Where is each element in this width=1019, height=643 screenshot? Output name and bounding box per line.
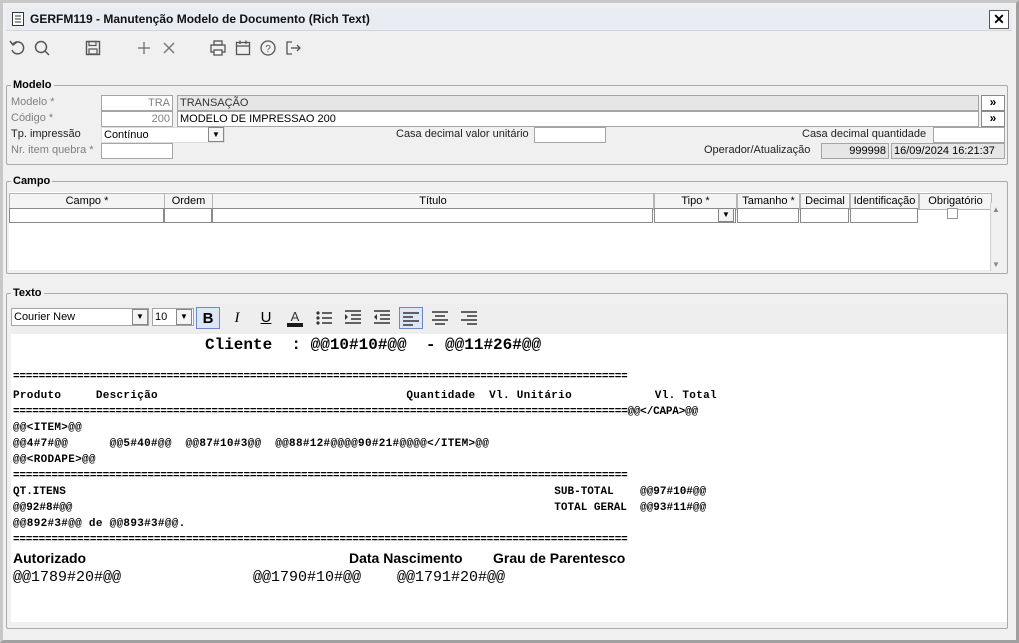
title-bar: GERFM119 - Manutenção Modelo de Document… <box>6 8 1012 31</box>
modelo-legend: Modelo <box>13 79 52 91</box>
casa-decimal-unitario-label: Casa decimal valor unitário <box>396 128 529 140</box>
calendar-icon[interactable] <box>233 38 253 58</box>
align-center-button[interactable] <box>428 307 452 329</box>
scroll-up-icon[interactable]: ▲ <box>992 205 1000 214</box>
casa-decimal-quantidade-label: Casa decimal quantidade <box>802 128 927 140</box>
search-icon[interactable] <box>32 38 52 58</box>
print-icon[interactable] <box>208 38 228 58</box>
grid-cell-identificacao[interactable] <box>850 208 918 223</box>
bullet-list-button[interactable] <box>312 307 336 329</box>
grid-cell-titulo[interactable] <box>212 208 653 223</box>
font-color-button[interactable]: A <box>283 307 307 329</box>
editor-separator-2: ========================================… <box>13 406 698 418</box>
add-icon[interactable] <box>134 38 154 58</box>
undo-icon[interactable] <box>8 38 28 58</box>
modelo-label: Modelo * <box>11 96 55 108</box>
align-right-icon <box>461 311 477 325</box>
svg-text:A: A <box>291 309 300 324</box>
font-color-icon: A <box>287 309 303 327</box>
nr-item-quebra-field[interactable] <box>101 143 173 159</box>
grid-cell-decimal[interactable] <box>800 208 849 223</box>
bold-icon: B <box>202 310 214 327</box>
modelo-description-field: TRANSAÇÃO <box>177 95 979 111</box>
editor-line-totals: @@92#8#@@ TOTAL GERAL @@93#11#@@ <box>13 502 707 514</box>
italic-icon: I <box>234 310 240 326</box>
font-size-dropdown-arrow[interactable]: ▼ <box>176 309 192 325</box>
modelo-lookup-button[interactable]: » <box>981 95 1005 111</box>
bullet-list-icon <box>316 311 332 325</box>
editor-label-autorizado: Autorizado <box>13 550 87 566</box>
svg-text:?: ? <box>265 44 271 55</box>
main-window: GERFM119 - Manutenção Modelo de Document… <box>0 0 1019 643</box>
editor-line-item-open: @@<ITEM>@@ <box>13 422 83 434</box>
save-icon[interactable] <box>83 38 103 58</box>
texto-legend: Texto <box>13 287 42 299</box>
grid-cell-tamanho[interactable] <box>737 208 799 223</box>
editor-separator-3: ========================================… <box>13 470 628 482</box>
toolbar: ? <box>6 35 1012 63</box>
editor-label-data-nascimento: Data Nascimento <box>349 550 463 566</box>
bold-button[interactable]: B <box>196 307 220 329</box>
tp-impressao-dropdown-arrow[interactable]: ▼ <box>208 127 224 142</box>
align-left-button[interactable] <box>399 307 423 329</box>
outdent-button[interactable] <box>370 307 394 329</box>
campo-legend: Campo <box>13 175 51 187</box>
align-right-button[interactable] <box>457 307 481 329</box>
underline-icon: U <box>260 309 272 326</box>
operador-field: 999998 <box>821 143 889 159</box>
codigo-description-field[interactable]: MODELO DE IMPRESSAO 200 <box>177 111 979 127</box>
indent-button[interactable] <box>341 307 365 329</box>
codigo-lookup-button[interactable]: » <box>981 111 1005 127</box>
editor-line-item: @@4#7#@@ @@5#40#@@ @@87#10#3@@ @@88#12#@… <box>13 438 490 450</box>
tp-impressao-label: Tp. impressão <box>11 128 81 140</box>
atualizacao-field: 16/09/2024 16:21:37 <box>891 143 1005 159</box>
align-left-icon <box>403 312 419 326</box>
help-icon[interactable]: ? <box>258 38 278 58</box>
rich-text-editor[interactable]: Cliente : @@10#10#@@ - @@11#26#@@ ======… <box>11 334 1007 622</box>
editor-line-header: Produto Descrição Quantidade Vl. Unitári… <box>13 390 717 402</box>
nr-item-quebra-label: Nr. item quebra * <box>11 144 94 156</box>
editor-var-autorizado: @@1789#20#@@ <box>13 569 122 586</box>
casa-decimal-unitario-field[interactable] <box>534 127 606 143</box>
casa-decimal-quantidade-field[interactable] <box>933 127 1005 143</box>
document-icon <box>12 12 24 26</box>
modelo-code-field[interactable]: TRA <box>101 95 173 111</box>
editor-line-rodape: @@<RODAPE>@@ <box>13 454 96 466</box>
editor-line-qt-itens: QT.ITENS SUB-TOTAL @@97#10#@@ <box>13 486 707 498</box>
operador-label: Operador/Atualização <box>704 144 811 156</box>
italic-button[interactable]: I <box>225 307 249 329</box>
codigo-code-field[interactable]: 200 <box>101 111 173 127</box>
grid-cell-ordem[interactable] <box>164 208 212 223</box>
tp-impressao-select[interactable]: Contínuo <box>101 127 225 143</box>
codigo-label: Código * <box>11 112 54 124</box>
outdent-icon <box>374 310 390 324</box>
font-family-select[interactable]: Courier New <box>11 308 149 326</box>
editor-var-grau-parentesco: @@1791#20#@@ <box>397 569 506 586</box>
window-title: GERFM119 - Manutenção Modelo de Document… <box>30 12 370 26</box>
indent-icon <box>345 310 361 324</box>
grid-tipo-dropdown-arrow[interactable]: ▼ <box>718 208 734 222</box>
close-button[interactable]: ✕ <box>989 10 1009 29</box>
editor-line-page: @@892#3#@@ de @@893#3#@@. <box>13 518 186 530</box>
delete-icon[interactable] <box>159 38 179 58</box>
grid-cell-campo[interactable] <box>9 208 164 223</box>
editor-var-data-nascimento: @@1790#10#@@ <box>253 569 362 586</box>
underline-button[interactable]: U <box>254 307 278 329</box>
font-family-dropdown-arrow[interactable]: ▼ <box>132 309 148 325</box>
campo-grid-scrollbar[interactable]: ▲ ▼ <box>990 203 1005 271</box>
editor-separator-1: ========================================… <box>13 371 628 383</box>
grid-obrigatorio-checkbox[interactable] <box>947 208 958 219</box>
align-center-icon <box>432 311 448 325</box>
editor-label-grau-parentesco: Grau de Parentesco <box>493 550 626 566</box>
editor-line-cliente: Cliente : @@10#10#@@ - @@11#26#@@ <box>205 336 542 354</box>
scroll-down-icon[interactable]: ▼ <box>992 260 1000 269</box>
editor-separator-4: ========================================… <box>13 534 628 546</box>
exit-icon[interactable] <box>283 38 303 58</box>
